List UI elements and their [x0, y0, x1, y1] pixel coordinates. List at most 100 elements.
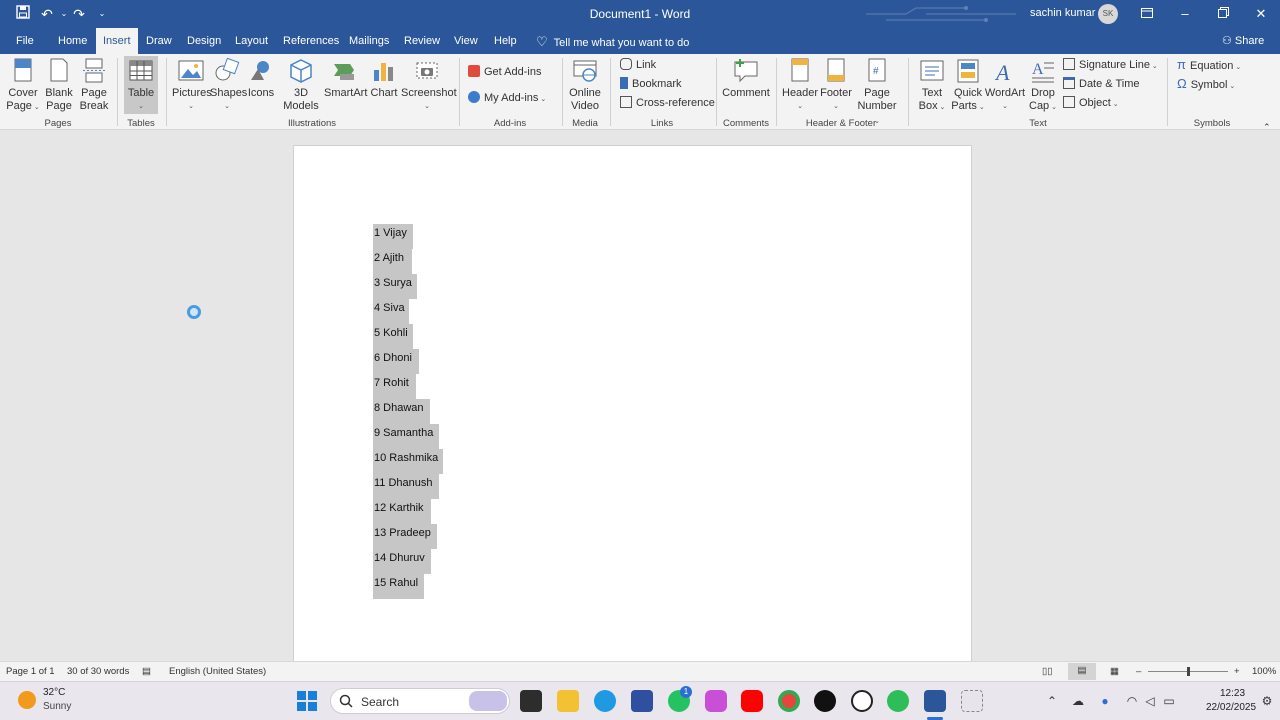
my-addins-button[interactable]: My Add-ins ⌄ — [468, 89, 546, 107]
wifi-icon[interactable]: ◠ — [1125, 694, 1139, 708]
minimize-icon[interactable]: – — [1174, 4, 1196, 24]
share-button[interactable]: ⚇ Share — [1222, 28, 1264, 54]
spotify-icon[interactable] — [887, 690, 909, 712]
show-hidden-icons-icon[interactable]: ⌃ — [1045, 694, 1059, 708]
document-line[interactable]: 6 Dhoni — [373, 349, 419, 374]
document-line[interactable]: 15 Rahul — [373, 574, 424, 599]
read-mode-icon[interactable]: ▯▯ — [1042, 666, 1052, 677]
page-count[interactable]: Page 1 of 1 — [6, 666, 55, 677]
windows-start-icon[interactable] — [296, 690, 318, 712]
screenshot-button[interactable]: Screenshot ⌄ — [401, 56, 457, 113]
snipping-tool-icon[interactable] — [961, 690, 983, 712]
document-line[interactable]: 3 Surya — [373, 274, 417, 299]
word-count[interactable]: 30 of 30 words — [67, 666, 129, 677]
web-layout-icon[interactable]: ▦ — [1110, 666, 1119, 677]
header-button[interactable]: Header ⌄ — [782, 56, 818, 113]
signature-line-button[interactable]: Signature Line ⌄ — [1063, 56, 1158, 74]
drop-cap-button[interactable]: A Drop Cap ⌄ — [1026, 56, 1060, 114]
proofing-icon[interactable]: ▤ — [142, 666, 151, 677]
bookmark-button[interactable]: Bookmark — [620, 75, 682, 93]
tiktok-icon[interactable] — [814, 690, 836, 712]
tab-mailings[interactable]: Mailings — [342, 28, 396, 54]
text-box-button[interactable]: Text Box ⌄ — [914, 56, 950, 114]
store-icon[interactable] — [631, 690, 653, 712]
chatgpt-icon[interactable] — [851, 690, 873, 712]
edge-icon[interactable] — [594, 690, 616, 712]
restore-icon[interactable] — [1212, 4, 1234, 24]
document-line[interactable]: 12 Karthik — [373, 499, 431, 524]
document-line[interactable]: 13 Pradeep — [373, 524, 437, 549]
copilot-icon[interactable] — [705, 690, 727, 712]
symbol-button[interactable]: Ω Symbol ⌄ — [1177, 75, 1235, 93]
equation-button[interactable]: π Equation ⌄ — [1177, 56, 1241, 74]
tab-design[interactable]: Design — [180, 28, 228, 54]
notifications-icon[interactable]: ⚙ — [1260, 694, 1274, 708]
icons-button[interactable]: Icons — [247, 56, 275, 100]
get-addins-button[interactable]: Get Add-ins — [468, 63, 541, 81]
youtube-icon[interactable] — [741, 690, 763, 712]
chrome-icon[interactable] — [778, 690, 800, 712]
zoom-level[interactable]: 100% — [1252, 666, 1276, 677]
volume-icon[interactable]: ◁ — [1143, 694, 1157, 708]
pictures-button[interactable]: Pictures ⌄ — [172, 56, 212, 113]
document-line[interactable]: 7 Rohit — [373, 374, 416, 399]
temperature[interactable]: 32°C — [43, 687, 65, 698]
file-explorer-icon[interactable] — [557, 690, 579, 712]
page-break-button[interactable]: Page Break — [78, 56, 110, 113]
zoom-in-icon[interactable]: + — [1234, 666, 1240, 677]
date-time-button[interactable]: Date & Time — [1063, 75, 1140, 93]
quick-parts-button[interactable]: Quick Parts ⌄ — [950, 56, 986, 114]
document-line[interactable]: 4 Siva — [373, 299, 409, 324]
document-line[interactable]: 1 Vijay — [373, 224, 413, 249]
document-line[interactable]: 2 Ajith — [373, 249, 412, 274]
tab-file[interactable]: File — [9, 28, 41, 54]
redo-icon[interactable]: ↷ — [70, 5, 88, 23]
word-icon[interactable] — [924, 690, 946, 712]
ribbon-display-options-icon[interactable] — [1136, 4, 1158, 24]
tab-help[interactable]: Help — [487, 28, 524, 54]
battery-icon[interactable]: ▭ — [1162, 694, 1176, 708]
undo-icon[interactable]: ↶ — [38, 5, 56, 23]
language[interactable]: English (United States) — [169, 666, 266, 677]
document-line[interactable]: 8 Dhawan — [373, 399, 430, 424]
tab-view[interactable]: View — [447, 28, 485, 54]
chart-button[interactable]: Chart — [369, 56, 399, 100]
shapes-button[interactable]: Shapes ⌄ — [210, 56, 247, 113]
print-layout-icon[interactable]: ▤ — [1068, 663, 1096, 680]
zoom-out-icon[interactable]: – — [1136, 666, 1141, 677]
weather-description[interactable]: Sunny — [43, 701, 71, 712]
sun-icon[interactable] — [18, 691, 36, 709]
document-line[interactable]: 9 Samantha — [373, 424, 439, 449]
tab-layout[interactable]: Layout — [228, 28, 275, 54]
tab-insert[interactable]: Insert — [96, 28, 138, 54]
clock-date[interactable]: 22/02/2025 — [1206, 702, 1256, 713]
zoom-slider-thumb[interactable] — [1187, 667, 1190, 676]
smartart-button[interactable]: SmartArt — [324, 56, 367, 100]
clock-time[interactable]: 12:23 — [1220, 688, 1245, 699]
document-canvas[interactable]: 1 Vijay 2 Ajith 3 Surya 4 Siva 5 Kohli 6… — [0, 131, 1280, 665]
tab-review[interactable]: Review — [397, 28, 447, 54]
tab-home[interactable]: Home — [51, 28, 94, 54]
cross-reference-button[interactable]: Cross-reference — [620, 94, 715, 112]
comment-button[interactable]: Comment — [722, 56, 770, 100]
document-line[interactable]: 14 Dhuruv — [373, 549, 431, 574]
cover-page-button[interactable]: Cover Page ⌄ — [5, 56, 41, 114]
tab-references[interactable]: References — [276, 28, 346, 54]
customize-toolbar-icon[interactable]: ⌄ — [93, 5, 111, 23]
taskbar-search[interactable]: Search — [330, 688, 510, 714]
onedrive-icon[interactable]: ☁ — [1071, 694, 1085, 708]
user-name[interactable]: sachin kumar — [1030, 7, 1095, 19]
task-view-icon[interactable] — [520, 690, 542, 712]
document-page[interactable]: 1 Vijay 2 Ajith 3 Surya 4 Siva 5 Kohli 6… — [293, 145, 972, 665]
document-line[interactable]: 10 Rashmika — [373, 449, 443, 474]
avatar[interactable]: SK — [1098, 4, 1118, 24]
tell-me-search[interactable]: ♡ Tell me what you want to do — [536, 28, 689, 54]
blank-page-button[interactable]: Blank Page — [43, 56, 75, 113]
microphone-icon[interactable]: ● — [1098, 694, 1112, 708]
table-button[interactable]: Table ⌄ — [124, 56, 158, 114]
wordart-button[interactable]: A WordArt ⌄ — [984, 56, 1026, 113]
document-line[interactable]: 11 Dhanush — [373, 474, 439, 499]
online-video-button[interactable]: Online Video — [566, 56, 604, 113]
tab-draw[interactable]: Draw — [139, 28, 179, 54]
save-icon[interactable] — [14, 5, 32, 23]
